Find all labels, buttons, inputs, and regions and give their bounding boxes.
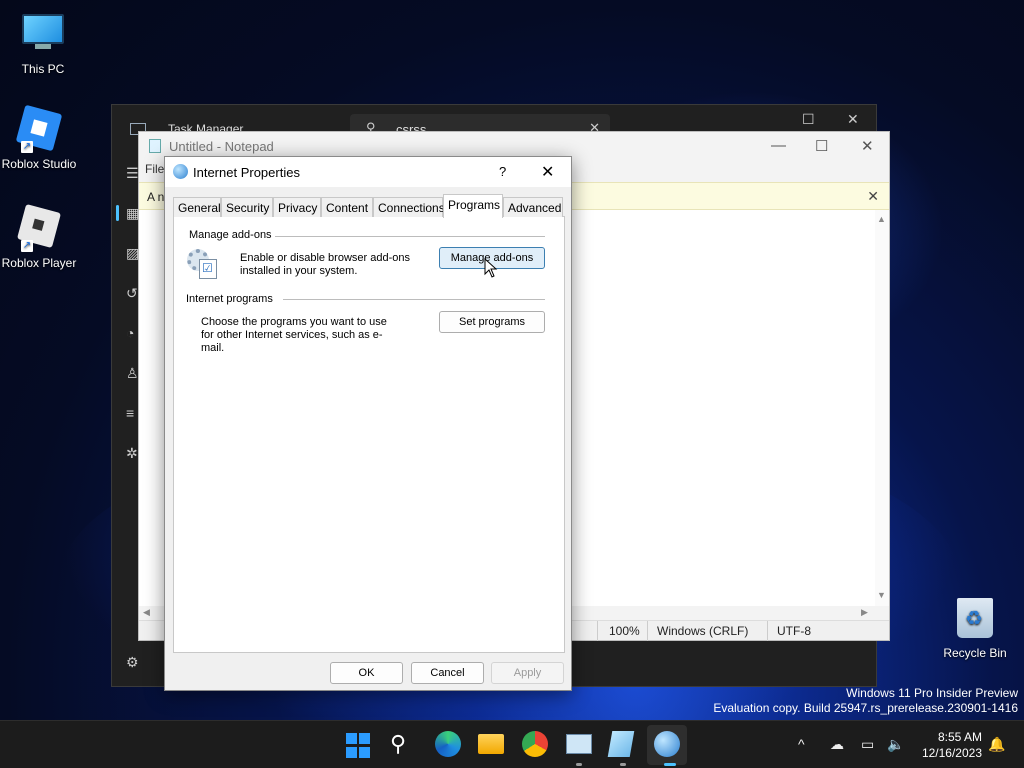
- roblox-studio-icon: ↗: [15, 104, 63, 153]
- chrome-icon[interactable]: [522, 731, 548, 757]
- watermark-line1: Windows 11 Pro Insider Preview: [846, 686, 1018, 700]
- show-hidden-icons-chevron-icon[interactable]: ^: [798, 736, 805, 752]
- settings-gear-icon[interactable]: ⚙: [126, 654, 139, 671]
- apply-button[interactable]: Apply: [491, 662, 564, 684]
- help-button[interactable]: ?: [499, 164, 506, 179]
- addons-gear-icon: [187, 249, 219, 279]
- hamburger-menu-icon[interactable]: ☰: [126, 165, 139, 182]
- running-indicator: [664, 763, 676, 766]
- edge-beta-icon[interactable]: [435, 731, 461, 757]
- internet-properties-icon[interactable]: [654, 731, 680, 757]
- nav-selected-indicator: [116, 205, 119, 221]
- status-line-ending: Windows (CRLF): [657, 624, 749, 638]
- set-programs-button[interactable]: Set programs: [439, 311, 545, 333]
- programs-tab-panel: [173, 217, 565, 653]
- services-icon[interactable]: ✲: [126, 445, 138, 462]
- running-indicator: [620, 763, 626, 766]
- volume-muted-icon[interactable]: 🔈: [887, 736, 904, 753]
- search-icon[interactable]: ⚲: [390, 731, 416, 757]
- watermark-line2: Evaluation copy. Build 25947.rs_prerelea…: [713, 701, 1018, 715]
- roblox-player-icon: ↗: [16, 203, 62, 252]
- banner-close-icon[interactable]: ✕: [867, 188, 879, 205]
- clock-time: 8:55 AM: [937, 730, 982, 744]
- scroll-left-icon[interactable]: ◀: [143, 607, 150, 618]
- system-clock[interactable]: 8:55 AM 12/16/2023: [916, 729, 982, 761]
- desktop-icon-this-pc[interactable]: This PC: [0, 10, 86, 76]
- internet-globe-icon: [173, 164, 188, 179]
- minimize-icon[interactable]: —: [771, 137, 786, 154]
- start-icon[interactable]: [346, 733, 372, 759]
- network-icon[interactable]: ▭: [861, 736, 874, 753]
- desktop-icon-label: Roblox Studio: [1, 157, 77, 171]
- close-icon[interactable]: ✕: [541, 162, 554, 182]
- tab-programs[interactable]: Programs: [443, 194, 503, 218]
- file-explorer-icon[interactable]: [478, 734, 504, 754]
- shortcut-arrow-icon: ↗: [21, 141, 33, 153]
- notepad-icon[interactable]: [607, 731, 635, 757]
- maximize-icon[interactable]: ☐: [802, 111, 815, 128]
- manage-addons-description: Enable or disable browser add-ons instal…: [240, 252, 410, 277]
- running-indicator: [576, 763, 582, 766]
- desktop-icon-label: Roblox Player: [1, 256, 77, 270]
- banner-text: A n: [147, 190, 165, 204]
- details-icon[interactable]: ≡: [126, 405, 134, 421]
- dialog-title: Internet Properties: [193, 165, 300, 180]
- clock-date: 12/16/2023: [921, 746, 982, 760]
- status-zoom: 100%: [609, 624, 640, 638]
- recycle-bin-icon: [953, 598, 997, 642]
- status-encoding: UTF-8: [777, 624, 811, 638]
- startup-apps-icon[interactable]: ◔: [126, 325, 134, 341]
- desktop-icon-roblox-studio[interactable]: ↗ Roblox Studio: [0, 104, 82, 171]
- vertical-scrollbar[interactable]: ▲ ▼: [875, 210, 889, 606]
- notification-bell-icon[interactable]: 🔔: [988, 736, 1005, 753]
- ok-button[interactable]: OK: [330, 662, 403, 684]
- maximize-icon[interactable]: ☐: [815, 137, 828, 155]
- close-icon[interactable]: ✕: [847, 111, 859, 128]
- internet-programs-description: Choose the programs you want to use for …: [201, 316, 387, 354]
- close-icon[interactable]: ✕: [861, 137, 874, 155]
- task-manager-icon[interactable]: [566, 734, 592, 754]
- tab-security[interactable]: Security: [221, 197, 273, 217]
- scroll-right-icon[interactable]: ▶: [861, 607, 868, 618]
- scroll-up-icon[interactable]: ▲: [877, 214, 886, 224]
- tab-content[interactable]: Content: [321, 197, 373, 217]
- tab-privacy[interactable]: Privacy: [273, 197, 321, 217]
- onedrive-cloud-icon[interactable]: ☁: [830, 736, 844, 753]
- desktop-icon-recycle-bin[interactable]: Recycle Bin: [932, 598, 1018, 660]
- internet-properties-dialog[interactable]: Internet Properties ? ✕ General Security…: [164, 156, 572, 691]
- group-divider: [283, 299, 545, 300]
- notepad-title: Untitled - Notepad: [169, 139, 274, 154]
- taskbar: ⚲ ^ ☁ ▭ 🔈 8:55 AM 12/16/2023 🔔: [0, 720, 1024, 768]
- notepad-icon: [149, 139, 161, 153]
- cancel-button[interactable]: Cancel: [411, 662, 484, 684]
- scroll-down-icon[interactable]: ▼: [877, 590, 886, 600]
- tab-strip: General Security Privacy Content Connect…: [173, 194, 565, 218]
- tab-connections[interactable]: Connections: [373, 197, 445, 217]
- this-pc-icon: [21, 14, 65, 58]
- desktop-icon-label: Recycle Bin: [943, 646, 1007, 660]
- desktop-icon-roblox-player[interactable]: ↗ Roblox Player: [0, 203, 82, 270]
- menu-file[interactable]: File: [145, 162, 164, 176]
- shortcut-arrow-icon: ↗: [21, 240, 33, 252]
- desktop-icon-label: This PC: [21, 62, 65, 76]
- tab-advanced[interactable]: Advanced: [503, 197, 563, 217]
- app-history-icon[interactable]: ↺: [126, 285, 138, 302]
- internet-programs-group-label: Internet programs: [186, 293, 273, 305]
- users-icon[interactable]: ♙: [126, 365, 139, 382]
- tab-general[interactable]: General: [173, 197, 221, 217]
- dialog-titlebar[interactable]: Internet Properties ? ✕: [165, 157, 571, 187]
- manage-addons-group-label: Manage add-ons: [189, 229, 272, 241]
- group-divider: [275, 236, 545, 237]
